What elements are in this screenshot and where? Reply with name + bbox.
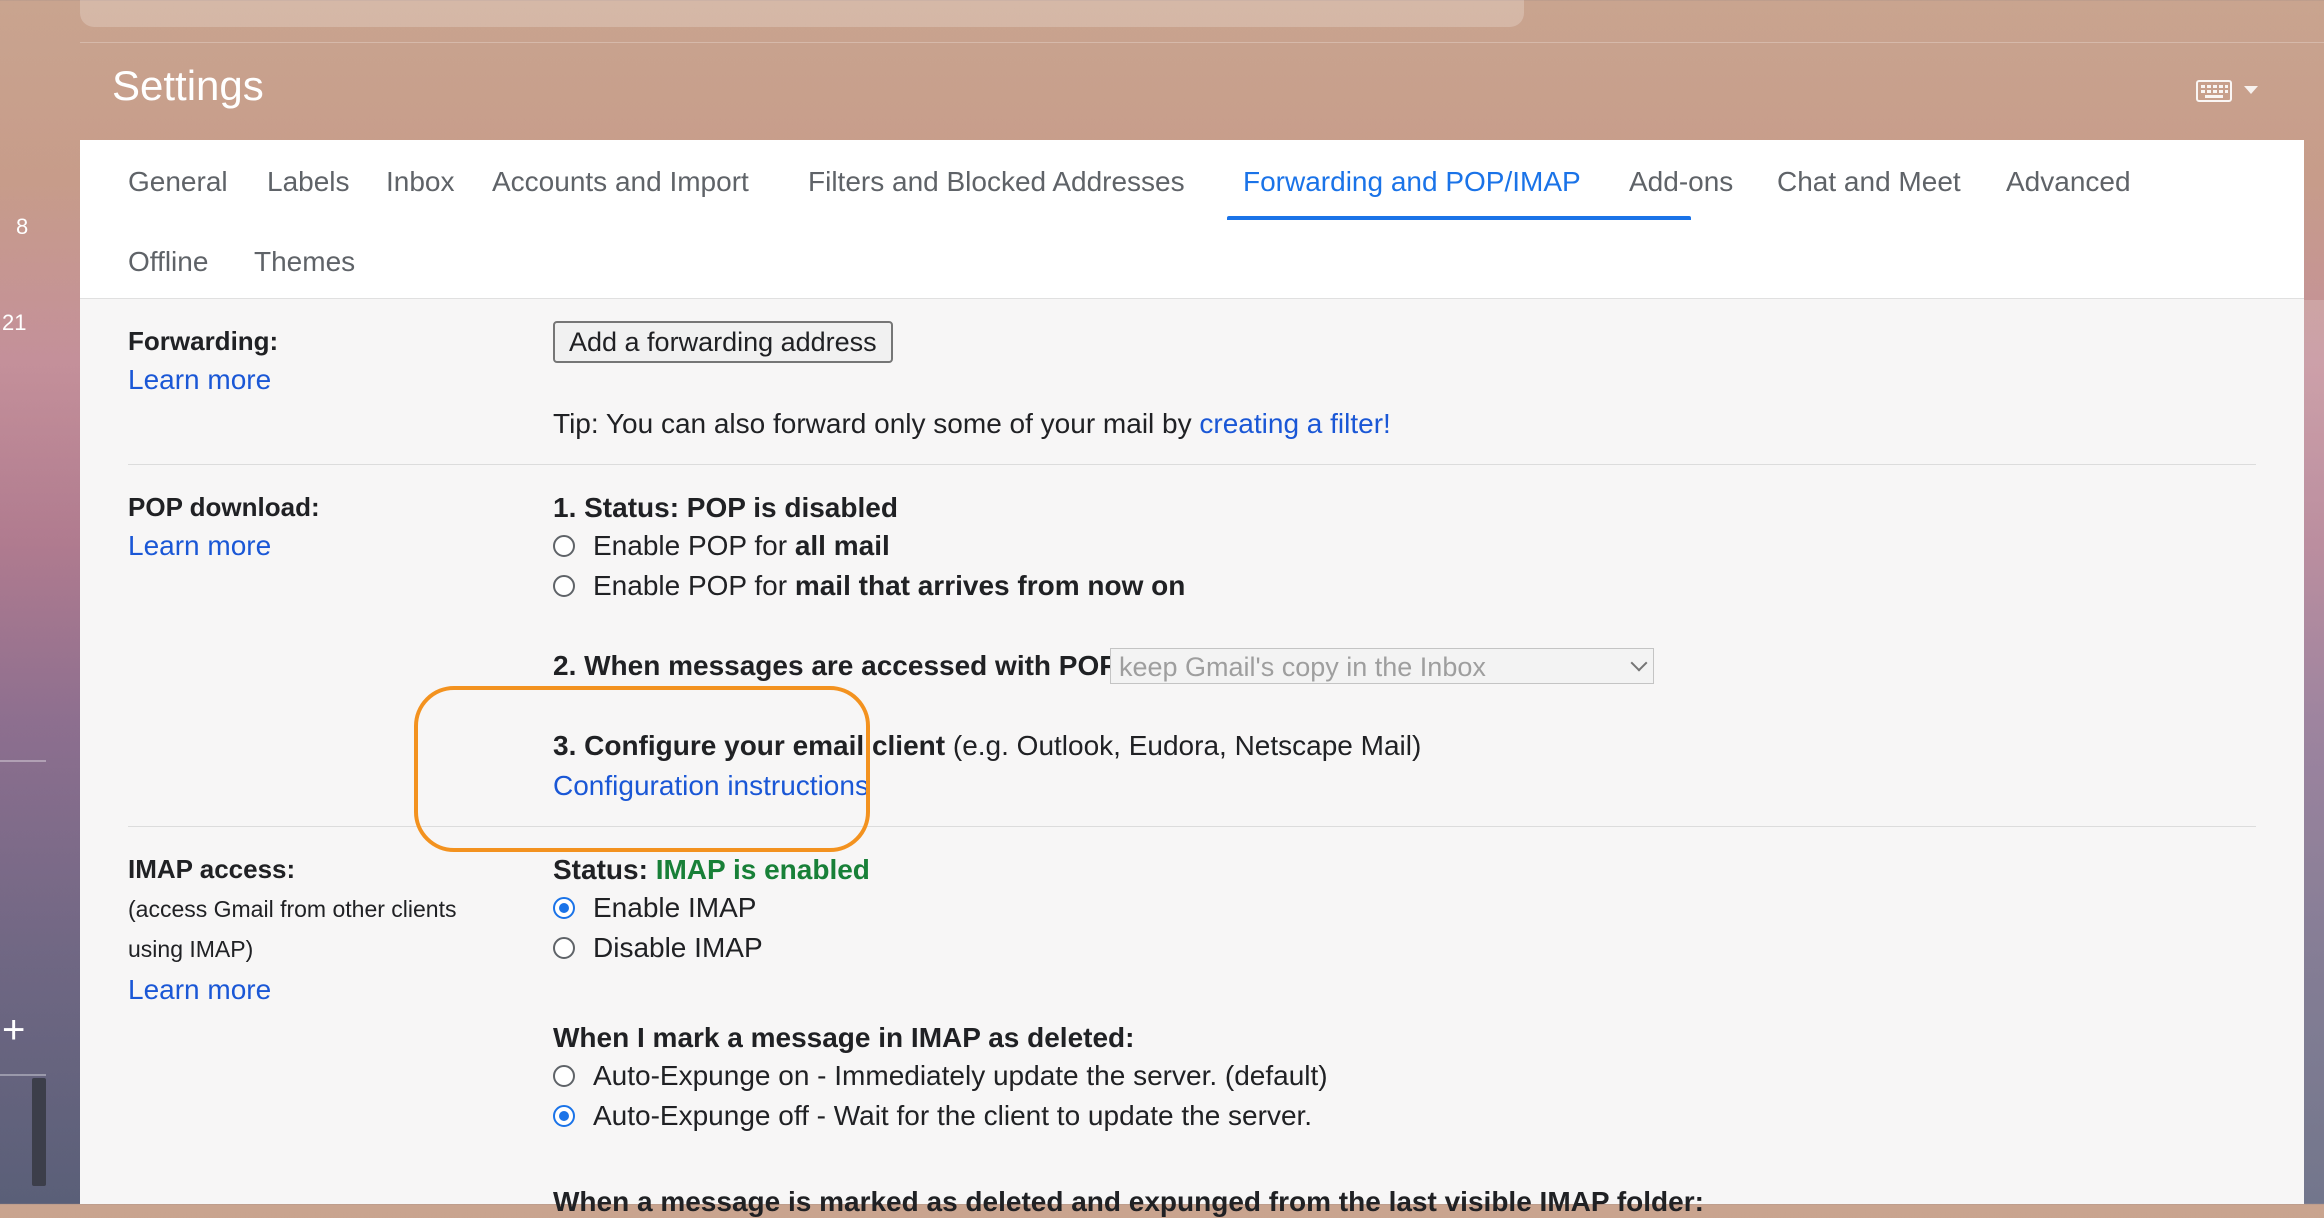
tab-add-ons[interactable]: Add-ons [1629,166,1733,198]
pop-opt2-prefix: Enable POP for [593,570,788,601]
chevron-down-icon[interactable] [2244,86,2258,94]
pop-when-accessed-label: 2. When messages are accessed with POP [553,650,1118,681]
tab-labels[interactable]: Labels [267,166,350,198]
tab-chat-and-meet[interactable]: Chat and Meet [1777,166,1961,198]
radio-enable-imap[interactable] [553,897,575,919]
forwarding-learn-more-link[interactable]: Learn more [128,364,271,396]
section-divider [128,464,2256,465]
auto-expunge-on-label: Auto-Expunge on - Immediately update the… [593,1060,1328,1091]
left-side-strip: 8 21 + [0,0,80,1204]
page-title: Settings [112,62,264,109]
pop-all-mail-option[interactable]: Enable POP for all mail [553,530,890,562]
forwarding-tip: Tip: You can also forward only some of y… [553,408,1391,440]
tab-advanced[interactable]: Advanced [2006,166,2131,198]
auto-expunge-on-option[interactable]: Auto-Expunge on - Immediately update the… [553,1060,1328,1092]
side-scroll-handle[interactable] [32,1078,46,1186]
imap-status-prefix: Status: [553,854,656,885]
radio-pop-all-mail[interactable] [553,535,575,557]
imap-status: Status: IMAP is enabled [553,854,870,886]
tab-forwarding-pop-imap[interactable]: Forwarding and POP/IMAP [1243,166,1581,198]
configuration-instructions-link[interactable]: Configuration instructions [553,770,869,802]
active-tab-indicator [1227,216,1691,220]
enable-imap-option[interactable]: Enable IMAP [553,892,756,924]
plus-icon[interactable]: + [2,1010,25,1050]
creating-a-filter-link[interactable]: creating a filter! [1199,408,1390,439]
pop-opt2-bold: mail that arrives from now on [794,570,1186,601]
imap-desc-line1: (access Gmail from other clients [128,896,457,922]
imap-learn-more-link[interactable]: Learn more [128,974,271,1006]
side-divider [0,760,46,762]
radio-auto-expunge-on[interactable] [553,1065,575,1087]
pop-opt1-prefix: Enable POP for [593,530,788,561]
imap-delete-heading: When I mark a message in IMAP as deleted… [553,1022,1135,1053]
chevron-down-icon [1630,654,1648,672]
disable-imap-option[interactable]: Disable IMAP [553,932,763,964]
add-forwarding-address-button[interactable]: Add a forwarding address [553,321,893,363]
tab-general[interactable]: General [128,166,228,198]
tab-filters[interactable]: Filters and Blocked Addresses [808,166,1185,198]
tab-inbox[interactable]: Inbox [386,166,455,198]
pop-configure-client: 3. Configure your email client (e.g. Out… [553,730,1421,762]
pop-configure-bold: 3. Configure your email client [553,730,946,761]
radio-disable-imap[interactable] [553,937,575,959]
forwarding-label: Forwarding: [128,326,279,356]
keyboard-icon[interactable] [2196,80,2232,102]
side-count-2: 21 [2,310,27,335]
radio-auto-expunge-off[interactable] [553,1105,575,1127]
settings-tabs: General Labels Inbox Accounts and Import… [80,140,2304,299]
side-divider [0,1074,46,1076]
tab-themes[interactable]: Themes [254,246,355,278]
page-scrollbar[interactable] [2304,300,2324,1204]
pop-new-mail-option[interactable]: Enable POP for mail that arrives from no… [553,570,1185,602]
imap-access-label: IMAP access: [128,854,296,884]
search-bar[interactable] [80,0,1524,27]
tab-accounts-and-import[interactable]: Accounts and Import [492,166,749,198]
forwarding-tip-text: Tip: You can also forward only some of y… [553,408,1200,439]
pop-opt1-bold: all mail [794,530,890,561]
side-count-1: 8 [16,214,29,239]
pop-learn-more-link[interactable]: Learn more [128,530,271,562]
auto-expunge-off-option[interactable]: Auto-Expunge off - Wait for the client t… [553,1100,1312,1132]
pop-configure-rest: (e.g. Outlook, Eudora, Netscape Mail) [945,730,1422,761]
section-divider [128,826,2256,827]
pop-copy-select[interactable]: keep Gmail's copy in the Inbox [1110,648,1654,684]
enable-imap-label: Enable IMAP [593,892,757,923]
pop-status: 1. Status: POP is disabled [553,492,898,523]
imap-desc-line2: using IMAP) [128,936,254,962]
tab-offline[interactable]: Offline [128,246,208,278]
pop-copy-select-value: keep Gmail's copy in the Inbox [1119,652,1486,682]
auto-expunge-off-label: Auto-Expunge off - Wait for the client t… [593,1100,1313,1131]
imap-expunged-heading: When a message is marked as deleted and … [553,1186,1704,1217]
disable-imap-label: Disable IMAP [593,932,763,963]
imap-status-value: IMAP is enabled [655,854,870,885]
pop-download-label: POP download: [128,492,320,522]
settings-panel: General Labels Inbox Accounts and Import… [80,140,2304,1217]
radio-pop-new-mail[interactable] [553,575,575,597]
header-divider [80,42,2324,43]
